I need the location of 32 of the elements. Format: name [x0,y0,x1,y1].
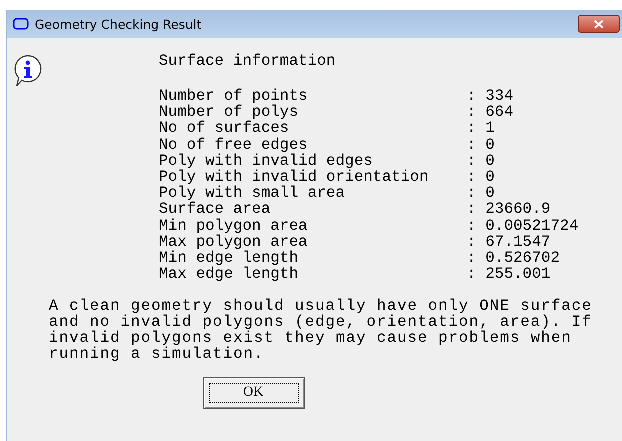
window-title: Geometry Checking Result [35,16,203,32]
field-value: : 334 [467,88,515,104]
section-heading: Surface information [159,53,337,69]
field-label: Poly with invalid orientation [159,169,430,186]
window-icon [13,18,29,30]
close-icon [594,20,604,28]
field-label: Surface area [159,201,272,218]
field-value: : 67.1547 [467,234,552,250]
field-label: No of surfaces [159,120,290,137]
field-label: No of free edges [159,136,308,153]
field-value: : 0 [467,136,496,153]
close-button[interactable] [578,15,620,33]
ok-button[interactable]: OK [202,377,304,410]
field-label: Max polygon area [159,234,309,250]
field-value: : 0 [467,169,496,186]
field-label: Number of points [159,88,309,104]
field-label: Min polygon area [159,218,309,234]
note-text: A clean geometry should usually have only ONE surface and no invalid polygons (edge, orientation, area). If invalid polygons exist they may cause problems when running a simulation. [49,298,594,362]
field-value: : 0.526702 [467,250,562,266]
field-value: : 23660.9 [467,201,552,218]
field-value: : 0.00521724 [467,218,579,234]
field-value: : 0 [467,152,496,170]
field-label: Max edge length [159,266,300,282]
field-value: : 0 [467,185,496,202]
field-label: Min edge length [159,250,300,266]
field-value: : 1 [467,120,496,137]
info-icon [13,54,43,88]
field-value: : 255.001 [467,266,552,282]
field-label: Poly with small area [159,185,346,202]
field-value: : 664 [467,104,515,120]
field-label: Poly with invalid edges [159,152,373,170]
field-label: Number of polys [159,104,299,120]
